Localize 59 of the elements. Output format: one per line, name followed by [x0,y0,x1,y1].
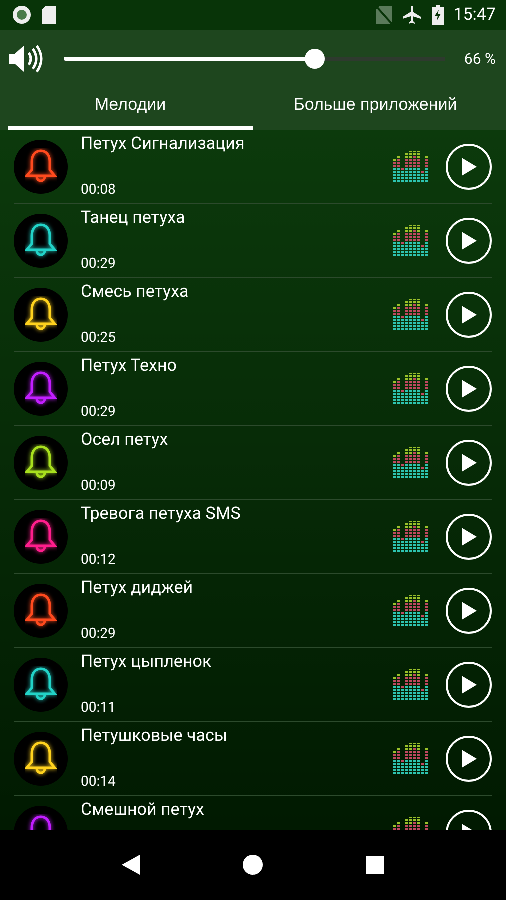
ringtone-title: Осел петух [81,430,170,450]
play-icon [461,750,477,768]
ringtone-duration: 00:09 [81,478,117,494]
ringtone-title: Петушковые часы [81,726,229,746]
play-icon [461,232,477,250]
battery-charging-icon [432,5,444,25]
recents-icon[interactable] [366,856,384,874]
play-button[interactable] [446,514,492,560]
ringtone-title: Танец петуха [81,208,186,228]
play-icon [461,602,477,620]
ringtone-duration: 00:08 [81,182,117,198]
equalizer-icon [393,669,428,700]
record-icon [12,5,32,25]
play-button[interactable] [446,218,492,264]
ringtone-duration: 00:29 [81,256,117,272]
equalizer-icon [393,299,428,330]
speaker-icon[interactable] [8,44,44,74]
equalizer-icon [393,151,428,182]
ringtone-duration: 00:25 [81,330,117,346]
equalizer-icon [393,743,428,774]
ringtone-title: Петух цыпленок [81,652,213,672]
back-icon[interactable] [122,855,140,875]
equalizer-icon [393,447,428,478]
play-button[interactable] [446,292,492,338]
sd-card-icon [42,6,56,24]
equalizer-icon [393,373,428,404]
ringtone-duration: 00:11 [81,700,117,716]
play-button[interactable] [446,440,492,486]
play-button[interactable] [446,588,492,634]
play-icon [461,380,477,398]
home-icon[interactable] [242,855,263,875]
play-icon [461,158,477,176]
ringtone-duration: 00:29 [81,626,117,642]
slider-thumb[interactable] [305,49,326,69]
ringtone-title: Петух Сигнализация [81,134,246,154]
no-sim-icon [376,6,392,24]
ringtone-duration: 00:12 [81,552,117,568]
play-button[interactable] [446,662,492,708]
equalizer-icon [393,595,428,626]
ringtone-title: Петух Техно [81,356,178,376]
equalizer-icon [393,521,428,552]
play-button[interactable] [446,144,492,190]
play-icon [461,528,477,546]
play-icon [461,454,477,472]
ringtone-title: Смесь петуха [81,282,190,302]
clock-time: 15:47 [454,5,496,25]
play-button[interactable] [446,366,492,412]
ringtone-duration: 00:29 [81,404,117,420]
ringtone-title: Тревога петуха SMS [81,504,242,524]
ringtone-title: Петух диджей [81,578,194,598]
ringtone-duration: 00:14 [81,774,117,790]
tab[interactable]: Больше приложений [253,88,498,130]
equalizer-icon [393,225,428,256]
play-icon [461,306,477,324]
airplane-icon [402,5,422,25]
play-icon [461,676,477,694]
ringtone-title: Смешной петух [81,800,206,820]
play-button[interactable] [446,736,492,782]
volume-reading: 66 % [464,50,496,68]
